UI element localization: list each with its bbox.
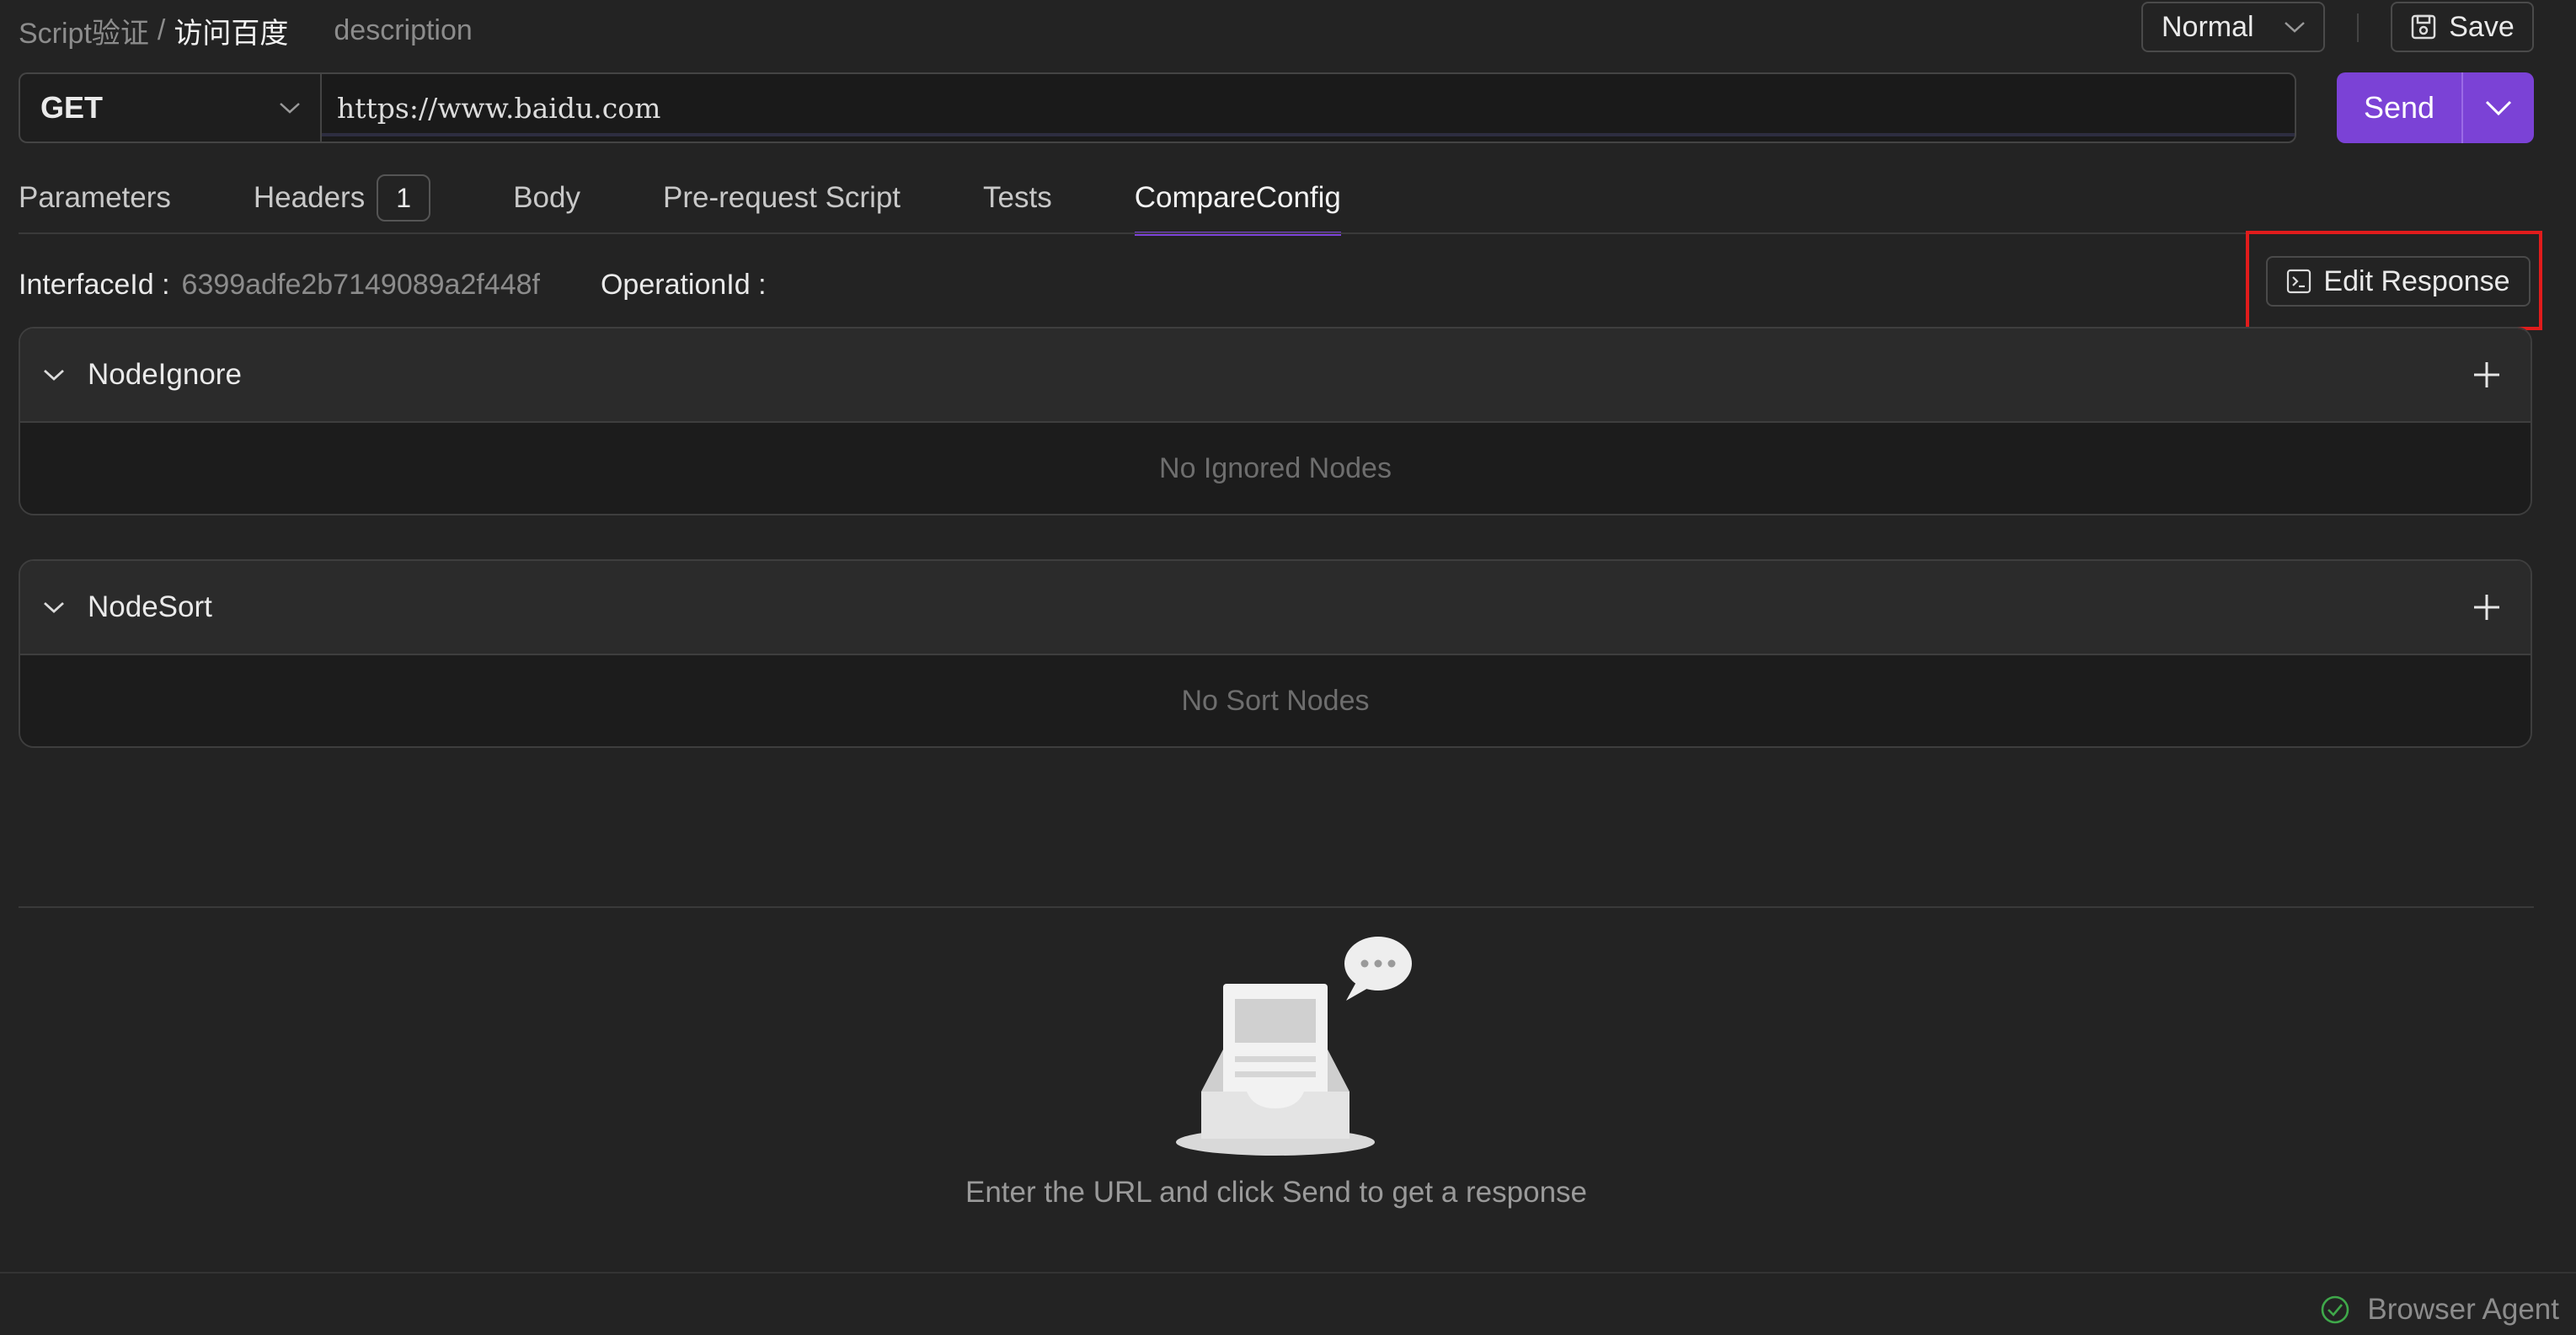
node-ignore-empty: No Ignored Nodes xyxy=(20,423,2531,514)
chevron-down-icon xyxy=(44,601,64,613)
method-value: GET xyxy=(40,90,104,125)
chevron-down-icon xyxy=(280,103,300,114)
node-sort-title: NodeSort xyxy=(88,590,212,623)
breadcrumb-current[interactable]: 访问百度 xyxy=(174,10,288,51)
tab-label: Pre-request Script xyxy=(662,181,901,214)
tab-label: Tests xyxy=(983,181,1052,214)
node-ignore-empty-text: No Ignored Nodes xyxy=(1159,451,1392,484)
toolbar-divider xyxy=(2357,13,2359,42)
statusbar-divider xyxy=(0,1272,2576,1274)
send-button[interactable]: Send xyxy=(2337,72,2463,143)
chevron-down-icon xyxy=(2485,100,2512,116)
interface-id-value: 6399adfe2b7149089a2f448f xyxy=(181,268,540,301)
method-select[interactable]: GET xyxy=(19,72,320,143)
browser-agent-label: Browser Agent xyxy=(2367,1293,2559,1326)
send-dropdown-button[interactable] xyxy=(2463,72,2534,143)
tab-parameters[interactable]: Parameters xyxy=(19,160,171,236)
response-divider xyxy=(19,906,2534,908)
tab-label: Headers xyxy=(253,181,366,214)
plus-icon[interactable] xyxy=(2472,360,2502,390)
request-tabs: Parameters Headers 1 Body Pre-request Sc… xyxy=(19,160,1424,236)
plus-icon[interactable] xyxy=(2472,592,2502,622)
tab-headers[interactable]: Headers 1 xyxy=(253,160,431,236)
node-ignore-panel: NodeIgnore No Ignored Nodes xyxy=(19,327,2532,515)
url-input[interactable]: https://www.baidu.com xyxy=(320,72,2296,143)
tab-body[interactable]: Body xyxy=(513,160,580,236)
node-sort-empty-text: No Sort Nodes xyxy=(1181,684,1370,717)
save-button[interactable]: Save xyxy=(2391,2,2534,52)
breadcrumb: Script验证 / 访问百度 description xyxy=(19,8,473,52)
node-sort-header[interactable]: NodeSort xyxy=(20,561,2531,655)
tab-label: Parameters xyxy=(19,181,171,214)
node-sort-panel: NodeSort No Sort Nodes xyxy=(19,559,2532,748)
empty-inbox-icon xyxy=(1176,937,1412,1156)
url-input-underline xyxy=(322,74,2295,136)
tab-pre-request-script[interactable]: Pre-request Script xyxy=(663,160,901,236)
headers-count-badge: 1 xyxy=(377,174,431,222)
browser-agent-status[interactable]: Browser Agent xyxy=(2320,1285,2559,1334)
response-empty-text: Enter the URL and click Send to get a re… xyxy=(965,1176,1588,1209)
send-button-group: Send xyxy=(2337,72,2534,143)
description-field[interactable]: description xyxy=(334,14,472,47)
tabs-divider xyxy=(19,232,2534,234)
send-label: Send xyxy=(2363,90,2435,125)
operation-id-label: OperationId : xyxy=(600,268,767,301)
check-circle-icon xyxy=(2322,1295,2349,1324)
edit-response-button[interactable]: Edit Response xyxy=(2266,256,2531,307)
breadcrumb-parent[interactable]: Script验证 xyxy=(19,10,149,51)
edit-response-label: Edit Response xyxy=(2323,264,2510,297)
node-ignore-header[interactable]: NodeIgnore xyxy=(20,328,2531,423)
tab-label: Body xyxy=(513,181,580,214)
chevron-down-icon xyxy=(2285,22,2305,33)
save-label: Save xyxy=(2449,10,2515,43)
tab-label: CompareConfig xyxy=(1134,181,1341,214)
tab-compareconfig[interactable]: CompareConfig xyxy=(1134,160,1342,236)
chevron-down-icon xyxy=(44,369,64,381)
interface-id-label: InterfaceId : xyxy=(19,268,170,301)
terminal-icon xyxy=(2287,269,2311,294)
node-ignore-title: NodeIgnore xyxy=(88,358,242,391)
environment-selected: Normal xyxy=(2162,10,2254,43)
tab-tests[interactable]: Tests xyxy=(983,160,1052,236)
node-sort-empty: No Sort Nodes xyxy=(20,655,2531,746)
save-icon xyxy=(2412,14,2436,40)
breadcrumb-separator: / xyxy=(157,13,166,46)
info-row: InterfaceId : 6399adfe2b7149089a2f448f O… xyxy=(19,261,778,308)
environment-select[interactable]: Normal xyxy=(2141,2,2325,52)
